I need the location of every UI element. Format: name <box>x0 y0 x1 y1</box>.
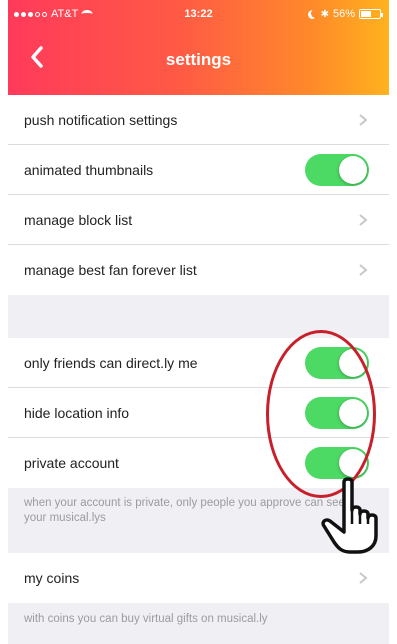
header: AT&T 13:22 ✱ 56% settings <box>8 0 389 95</box>
row-label: private account <box>24 455 119 471</box>
chevron-right-icon <box>359 114 368 126</box>
row-label: hide location info <box>24 404 130 421</box>
pointing-hand-icon <box>321 477 378 554</box>
navigation-bar: settings <box>8 30 389 95</box>
highlight-circle <box>266 330 376 498</box>
status-right: ✱ 56% <box>308 8 383 20</box>
bluetooth-icon: ✱ <box>320 8 329 20</box>
row-my-coins[interactable]: my coins <box>8 553 389 603</box>
chevron-right-icon <box>359 214 368 226</box>
page-title: settings <box>165 50 232 69</box>
settings-section-coins: my coins <box>8 553 389 603</box>
row-label: push notification settings <box>24 111 178 128</box>
row-label: only friends can direct.ly me <box>24 354 198 371</box>
moon-icon <box>308 10 317 19</box>
row-label: manage best fan forever list <box>24 262 197 278</box>
settings-section-general: push notification settings animated thum… <box>8 95 389 295</box>
row-label: my coins <box>24 570 80 586</box>
row-push-notification-settings[interactable]: push notification settings <box>8 95 389 145</box>
private-account-note: when your account is private, only peopl… <box>24 497 345 524</box>
animated-thumbnails-toggle[interactable] <box>305 154 369 186</box>
toggle-knob <box>339 156 367 184</box>
row-label: manage block list <box>24 211 133 228</box>
row-manage-block-list[interactable]: manage block list <box>8 195 389 245</box>
status-bar: AT&T 13:22 ✱ 56% <box>8 0 389 30</box>
battery-icon <box>359 9 383 19</box>
coins-note: with coins you can buy virtual gifts on … <box>24 613 268 625</box>
row-animated-thumbnails: animated thumbnails <box>8 145 389 195</box>
row-manage-best-fan-forever-list[interactable]: manage best fan forever list <box>8 245 389 295</box>
chevron-right-icon <box>359 264 368 276</box>
battery-percent: 56% <box>332 8 355 20</box>
row-label: animated thumbnails <box>24 161 154 178</box>
chevron-right-icon <box>359 572 368 584</box>
